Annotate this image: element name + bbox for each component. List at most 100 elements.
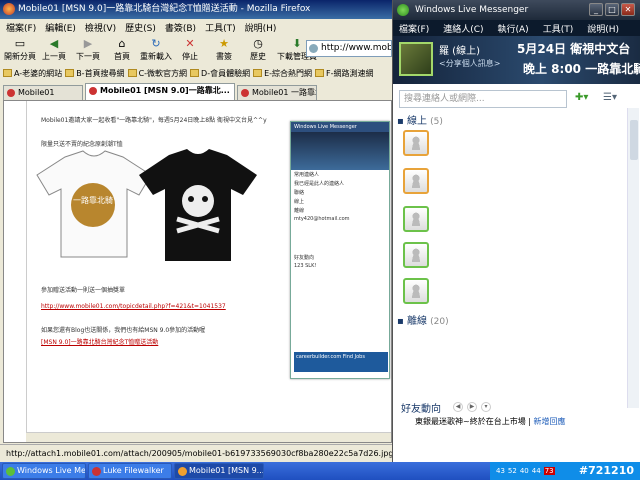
bookmark-folder[interactable]: F-網路測速網 <box>315 68 374 79</box>
contact-list-scrollbar[interactable] <box>627 108 639 408</box>
messenger-title-bar[interactable]: Windows Live Messenger _ □ ✕ <box>393 0 640 20</box>
folder-icon <box>190 69 200 77</box>
feed-menu-icon[interactable]: ▾ <box>481 402 491 412</box>
menu-help[interactable]: 說明(H) <box>245 21 277 34</box>
add-contact-button[interactable]: ✚▾ <box>575 92 597 106</box>
contact-avatar[interactable] <box>403 168 429 194</box>
contact-search-input[interactable]: 搜尋連絡人或網際... <box>399 90 567 108</box>
menu-history[interactable]: 歷史(S) <box>125 21 156 34</box>
black-tshirt-image[interactable] <box>137 147 259 263</box>
person-icon <box>410 248 422 262</box>
task-messenger[interactable]: Windows Live Me... <box>2 463 86 479</box>
mini-ad: careerbuilder.com Find Jobs <box>294 352 388 372</box>
personal-message[interactable]: <分享個人訊息> <box>439 58 500 69</box>
contact-avatar[interactable] <box>403 206 429 232</box>
messenger-menu-bar: 檔案(F) 連絡人(C) 執行(A) 工具(T) 說明(H) <box>393 20 640 36</box>
tray-value: 44 <box>531 467 541 475</box>
firefox-title-text: Mobile01 [MSN 9.0]一路靠北騎台灣紀念T恤贈送活動 - Mozi… <box>18 4 311 14</box>
menu-bookmarks[interactable]: 書簽(B) <box>165 21 196 34</box>
firefox-title-bar[interactable]: Mobile01 [MSN 9.0]一路靠北騎台灣紀念T恤贈送活動 - Mozi… <box>0 0 392 19</box>
tab-msn-event[interactable]: Mobile01 [MSN 9.0]一路靠北... <box>85 83 235 100</box>
bookmarks-button[interactable]: ★ 書簽 <box>207 36 241 62</box>
web-page: Mobile01邀請大家一起收看"一路靠北騎"，每週5月24日晚上8點 衛視中文… <box>26 101 391 442</box>
menu-view[interactable]: 檢視(V) <box>85 21 116 34</box>
wlm-menu-actions[interactable]: 執行(A) <box>498 22 529 35</box>
contact-avatar[interactable] <box>403 242 429 268</box>
back-icon: ◀ <box>49 36 59 50</box>
tray-value: 52 <box>507 467 517 475</box>
menu-file[interactable]: 檔案(F) <box>6 21 36 34</box>
close-button[interactable]: ✕ <box>621 3 635 16</box>
group-offline[interactable]: ▪ 離線 (20) <box>397 312 449 327</box>
wlm-menu-contacts[interactable]: 連絡人(C) <box>443 22 483 35</box>
page-viewport: Mobile01邀請大家一起收看"一路靠北騎"，每週5月24日晚上8點 衛視中文… <box>3 100 392 443</box>
forward-button[interactable]: ▶ 下一頁 <box>71 36 105 62</box>
mini-item: mty420@hotmail.com <box>294 216 350 222</box>
new-tab-icon: ▭ <box>14 36 26 50</box>
messenger-window: Windows Live Messenger _ □ ✕ 檔案(F) 連絡人(C… <box>392 0 640 462</box>
wlm-menu-tools[interactable]: 工具(T) <box>543 22 574 35</box>
tab-mobile01[interactable]: Mobile01 <box>3 85 83 100</box>
folder-icon <box>65 69 75 77</box>
msn-event-link[interactable]: [MSN 9.0]一路靠北騎台灣紀念T恤贈送活動 <box>41 337 158 346</box>
feed-reply-link[interactable]: 新增回應 <box>533 417 565 426</box>
taskbar: Windows Live Me... Luke Filewalker Mobil… <box>0 462 640 480</box>
back-button[interactable]: ◀ 上一頁 <box>37 36 71 62</box>
reload-button[interactable]: ↻ 重新載入 <box>139 36 173 62</box>
view-options-icon: ☰▾ <box>603 92 617 103</box>
menu-tools[interactable]: 工具(T) <box>205 21 236 34</box>
messenger-header: 羅 (線上) <分享個人訊息> 5月24日 衛視中文台 晚上 8:00 一路靠北… <box>393 36 640 84</box>
messenger-icon <box>397 4 409 16</box>
home-button[interactable]: ⌂ 首頁 <box>105 36 139 62</box>
feed-next-icon[interactable]: ▶ <box>467 402 477 412</box>
maximize-button[interactable]: □ <box>605 3 619 16</box>
horizontal-scrollbar[interactable] <box>26 432 391 442</box>
mobile01-icon <box>7 89 15 97</box>
white-tshirt-image[interactable]: 一路靠北騎 <box>35 149 153 259</box>
feed-item: 東銀最迷歌神~終於在台上市場 | 新增回應 <box>415 417 566 426</box>
download-icon: ⬇ <box>292 36 302 50</box>
mini-item: 我已經是此人的連絡人 <box>294 181 345 187</box>
firefox-window: Mobile01 [MSN 9.0]一路靠北騎台灣紀念T恤贈送活動 - Mozi… <box>0 0 392 462</box>
tab-mobile01-2[interactable]: Mobile01 一路靠北... <box>237 85 317 100</box>
url-bar[interactable]: http://www.mobile01.com <box>306 40 392 57</box>
stop-button[interactable]: ✕ 停止 <box>173 36 207 62</box>
contact-avatar[interactable] <box>403 278 429 304</box>
topic-link[interactable]: http://www.mobile01.com/topicdetail.php?… <box>41 303 226 310</box>
home-icon: ⌂ <box>118 36 126 50</box>
bookmark-folder[interactable]: B-首頁搜尋網 <box>65 68 125 79</box>
filewalker-icon <box>92 467 101 476</box>
wlm-menu-file[interactable]: 檔案(F) <box>399 22 429 35</box>
task-filewalker[interactable]: Luke Filewalker <box>88 463 172 479</box>
contact-avatar[interactable] <box>403 130 429 156</box>
mini-title: Windows Live Messenger <box>291 122 389 132</box>
mini-item: 線上 <box>294 199 305 205</box>
bookmark-folder[interactable]: A-老婆的網站 <box>3 68 62 79</box>
mini-item: 聯絡 <box>294 190 305 196</box>
wlm-menu-help[interactable]: 說明(H) <box>587 22 619 35</box>
view-options-button[interactable]: ☰▾ <box>603 92 625 106</box>
blog-text: 如果您還有Blog也送關係，我們也有給MSN 9.0參加的活動喔 <box>41 327 206 334</box>
new-tab-button[interactable]: ▭ 開新分頁 <box>3 36 37 62</box>
add-contact-icon: ✚▾ <box>575 92 589 103</box>
bookmark-folder[interactable]: E-綜合熱門網 <box>253 68 312 79</box>
menu-edit[interactable]: 編輯(E) <box>45 21 76 34</box>
firefox-menu-bar: 檔案(F) 編輯(E) 檢視(V) 歷史(S) 書簽(B) 工具(T) 說明(H… <box>0 19 392 35</box>
task-firefox[interactable]: Mobile01 [MSN 9.... <box>174 463 264 479</box>
feed-prev-icon[interactable]: ◀ <box>453 402 463 412</box>
bookmark-folder[interactable]: C-微軟官方網 <box>127 68 187 79</box>
mobile01-icon <box>89 87 97 95</box>
bookmark-folder[interactable]: D-會員體驗網 <box>190 68 250 79</box>
tray-value: 40 <box>519 467 529 475</box>
folder-icon <box>315 69 325 77</box>
firefox-icon <box>178 467 187 476</box>
scroll-thumb[interactable] <box>630 120 638 160</box>
folder-icon <box>253 69 263 77</box>
group-online[interactable]: ▪ 線上 (5) <box>397 112 443 127</box>
promo-line-2: 晚上 8:00 一路靠北騎 <box>523 62 640 76</box>
avatar[interactable] <box>399 42 433 76</box>
tab-strip: Mobile01 Mobile01 [MSN 9.0]一路靠北... Mobil… <box>0 82 392 100</box>
minimize-button[interactable]: _ <box>589 3 603 16</box>
user-name[interactable]: 羅 (線上) <box>439 42 480 57</box>
history-button[interactable]: ◷ 歷史 <box>241 36 275 62</box>
